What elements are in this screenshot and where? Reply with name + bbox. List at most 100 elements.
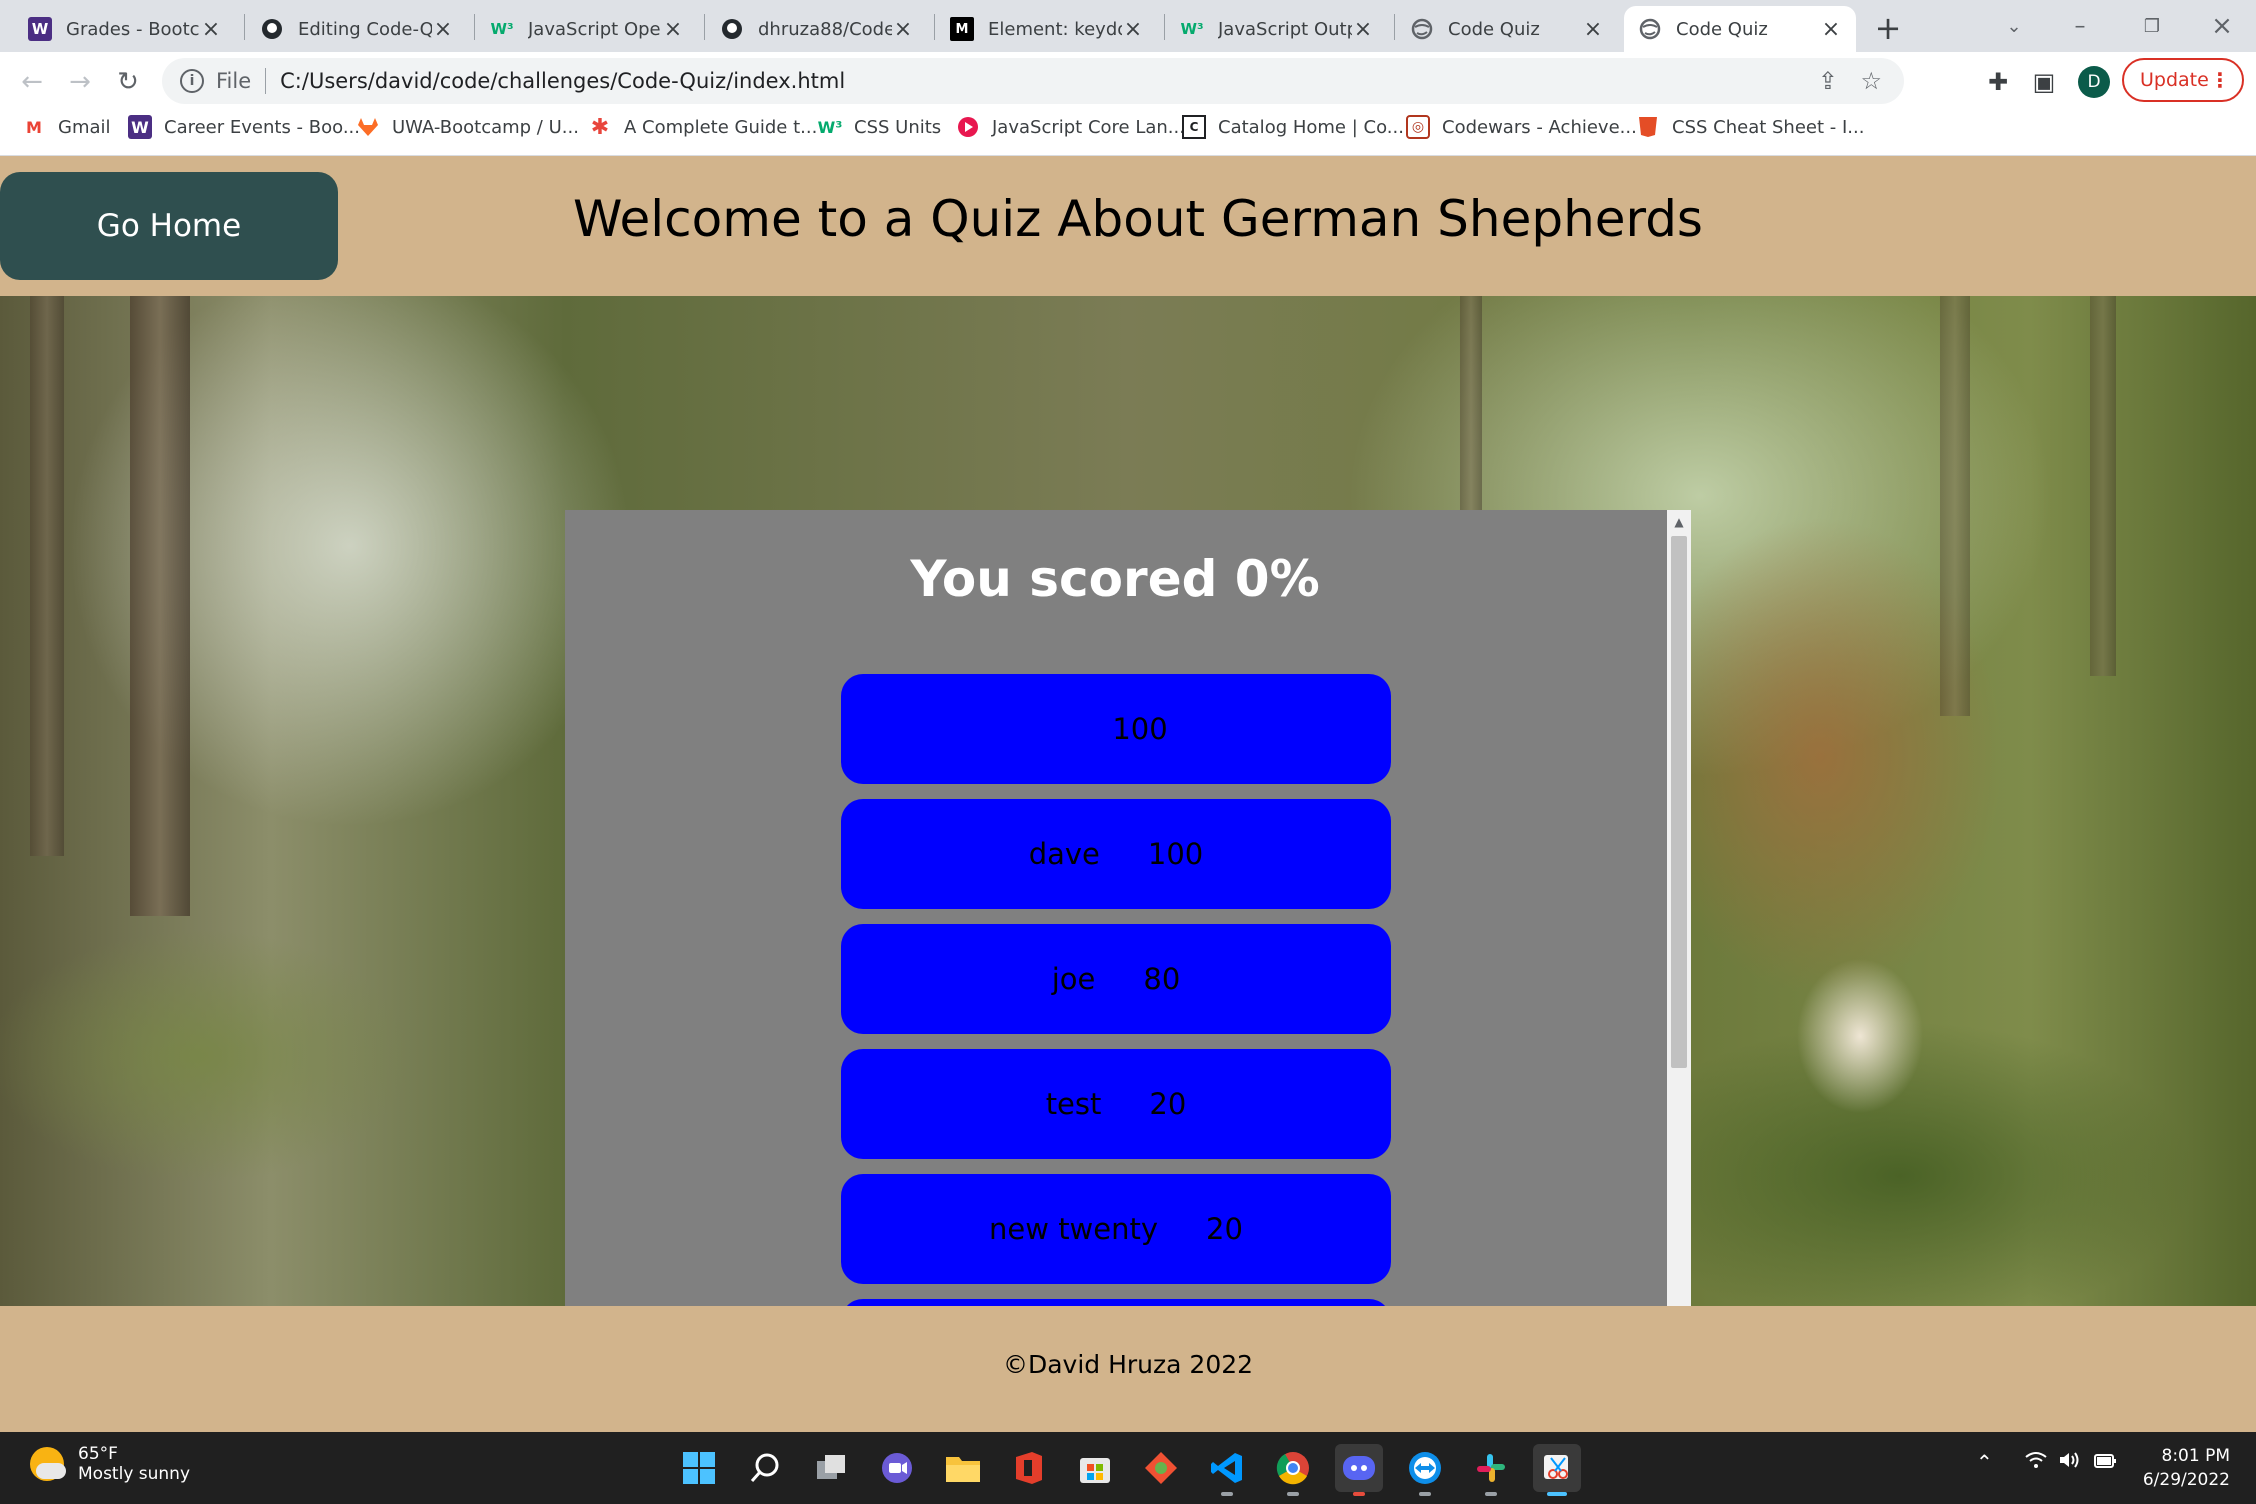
tree-trunk [2090, 296, 2116, 676]
bookmark-codewars[interactable]: ◎ Codewars - Achieve... [1406, 110, 1637, 144]
clock-time: 8:01 PM [2161, 1446, 2231, 1466]
tree-trunk [1940, 296, 1970, 716]
running-indicator [1485, 1492, 1497, 1496]
address-bar[interactable]: i File C:/Users/david/code/challenges/Co… [162, 58, 1904, 104]
tab-code-quiz-active[interactable]: Code Quiz × [1624, 6, 1856, 52]
tab-search-icon[interactable]: ⌄ [1984, 8, 2044, 44]
score-row: new twenty 20 [841, 1174, 1391, 1284]
bookmark-career-events[interactable]: W Career Events - Boo... [128, 110, 360, 144]
close-icon[interactable]: × [1582, 17, 1604, 42]
forward-icon[interactable]: → [60, 62, 100, 102]
system-clock[interactable]: 8:01 PM 6/29/2022 [2140, 1444, 2230, 1492]
chrome-icon[interactable] [1269, 1444, 1317, 1496]
tree-trunk [130, 296, 190, 916]
url-text[interactable]: C:/Users/david/code/challenges/Code-Quiz… [280, 69, 845, 93]
restore-button[interactable]: ❐ [2122, 8, 2182, 44]
back-icon[interactable]: ← [12, 62, 52, 102]
file-explorer-icon[interactable] [939, 1444, 987, 1492]
start-icon[interactable] [675, 1444, 723, 1492]
score-panel[interactable]: You scored 0% 100 dave 100 joe 80 test 2… [565, 510, 1691, 1306]
slack-icon[interactable] [1467, 1444, 1515, 1496]
clock-date: 6/29/2022 [2142, 1470, 2230, 1490]
bookmark-uwa-bootcamp[interactable]: UWA-Bootcamp / U... [356, 110, 579, 144]
tab-code-quiz[interactable]: Code Quiz × [1396, 6, 1618, 52]
close-window-button[interactable]: × [2192, 8, 2252, 44]
close-icon[interactable]: × [200, 17, 222, 42]
tab-separator [704, 14, 705, 40]
bookmark-complete-guide[interactable]: ✱ A Complete Guide t... [588, 110, 818, 144]
score-row: joe 80 [841, 924, 1391, 1034]
tab-separator [1394, 14, 1395, 40]
running-indicator [1419, 1492, 1431, 1496]
tab-github-repo[interactable]: dhruza88/Code-Quiz × [706, 6, 928, 52]
avatar[interactable]: D [2078, 66, 2110, 98]
bookmark-catalog-home[interactable]: C Catalog Home | Co... [1182, 110, 1404, 144]
volume-icon[interactable] [2058, 1450, 2082, 1476]
weather-widget[interactable]: 65°F Mostly sunny [30, 1444, 190, 1484]
tab-grades[interactable]: W Grades - Bootcamp × [14, 6, 236, 52]
score-value: 20 [1206, 1212, 1243, 1246]
tab-element-keydown[interactable]: M Element: keydown × [936, 6, 1158, 52]
snipping-tool-icon[interactable] [1533, 1444, 1581, 1496]
reload-icon[interactable]: ↻ [108, 62, 148, 102]
tree-trunk [30, 296, 64, 856]
share-icon[interactable]: ⇪ [1818, 67, 1838, 95]
w3schools-icon: W³ [490, 20, 514, 38]
running-indicator [1547, 1492, 1567, 1496]
gmail-icon: M [26, 117, 42, 137]
scrollbar-thumb[interactable] [1671, 536, 1687, 1068]
close-icon[interactable]: × [892, 17, 914, 42]
chevron-up-icon[interactable]: ⌃ [1976, 1450, 1993, 1474]
score-name: dave [1028, 837, 1100, 871]
tab-separator [934, 14, 935, 40]
score-value: 100 [1147, 837, 1204, 871]
score-value: 100 [1112, 712, 1168, 746]
update-button[interactable]: Update ⋮ [2122, 58, 2244, 102]
bookmarks-bar: M Gmail W Career Events - Boo... UWA-Boo… [0, 110, 2256, 144]
tab-js-operators[interactable]: W³ JavaScript Operators × [476, 6, 698, 52]
bookmark-js-core[interactable]: JavaScript Core Lan... [956, 110, 1185, 144]
html5-icon [1636, 115, 1660, 139]
minimize-button[interactable]: – [2050, 8, 2110, 44]
close-icon[interactable]: × [1820, 17, 1842, 42]
running-indicator [1287, 1492, 1299, 1496]
asterisk-icon: ✱ [590, 114, 610, 140]
extensions-icon[interactable]: ✚ [1980, 64, 2016, 100]
teamviewer-icon[interactable] [1401, 1444, 1449, 1496]
tab-js-output[interactable]: W³ JavaScript Output × [1166, 6, 1388, 52]
score-value: 80 [1143, 962, 1181, 996]
bookmark-css-units[interactable]: W³ CSS Units [817, 110, 942, 144]
score-name: test [1045, 1087, 1102, 1121]
side-panel-icon[interactable]: ▣ [2026, 64, 2062, 100]
w3schools-icon: W³ [817, 117, 843, 137]
panel-scrollbar[interactable]: ▲ ▼ [1667, 510, 1691, 1306]
chat-icon[interactable] [873, 1444, 921, 1492]
task-view-icon[interactable] [807, 1444, 855, 1492]
update-label: Update [2140, 69, 2209, 91]
close-icon[interactable]: × [1352, 17, 1374, 42]
running-indicator [1353, 1492, 1365, 1496]
office-icon[interactable] [1005, 1444, 1053, 1492]
new-tab-button[interactable]: + [1868, 8, 1908, 48]
close-icon[interactable]: × [432, 17, 454, 42]
taskbar: 65°F Mostly sunny ⌃ 8:01 PM 6/29/2022 [0, 1432, 2256, 1504]
store-icon[interactable] [1071, 1444, 1119, 1492]
highscore-list: 100 dave 100 joe 80 test 20 new twenty 2… [841, 674, 1391, 1306]
star-icon[interactable]: ☆ [1860, 67, 1882, 95]
search-icon[interactable] [741, 1444, 789, 1492]
globe-icon [1638, 17, 1662, 41]
discord-icon[interactable] [1335, 1444, 1383, 1496]
scroll-up-icon[interactable]: ▲ [1667, 512, 1691, 532]
battery-icon[interactable] [2092, 1450, 2118, 1476]
score-heading: You scored 0% [910, 550, 1320, 608]
tab-editing-code-quiz[interactable]: Editing Code-Quiz × [246, 6, 468, 52]
wifi-icon[interactable] [2024, 1450, 2048, 1476]
vscode-icon[interactable] [1203, 1444, 1251, 1496]
close-icon[interactable]: × [662, 17, 684, 42]
close-icon[interactable]: × [1122, 17, 1144, 42]
bookmark-gmail[interactable]: M Gmail [22, 110, 110, 144]
score-row: 100 [841, 674, 1391, 784]
info-icon[interactable]: i [180, 69, 204, 93]
bookmark-css-cheat-sheet[interactable]: CSS Cheat Sheet - I... [1636, 110, 1864, 144]
git-kraken-icon[interactable] [1137, 1444, 1185, 1492]
